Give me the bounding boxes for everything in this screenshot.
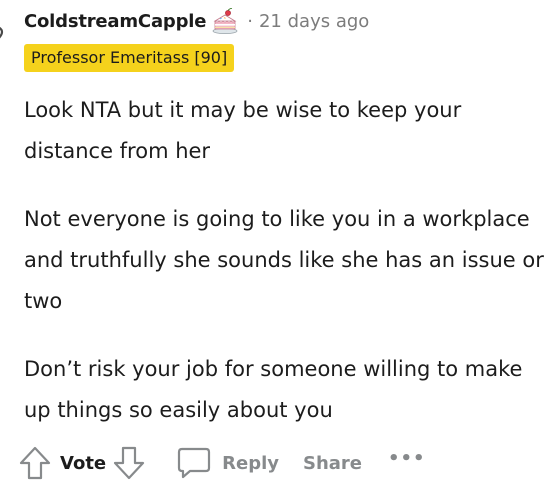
arrow-up-icon[interactable] (18, 445, 52, 481)
comment-action-bar: Vote Reply Share ••• (18, 440, 426, 486)
user-flair-badge: Professor Emeritass [90] (24, 44, 235, 72)
reply-label: Reply (222, 452, 279, 474)
comment-timestamp[interactable]: 21 days ago (259, 11, 369, 32)
speech-bubble-icon (174, 445, 212, 481)
arrow-down-icon[interactable] (112, 445, 146, 481)
reply-button[interactable]: Reply (174, 445, 279, 481)
comment-paragraph: Not everyone is going to like you in a w… (24, 207, 544, 313)
more-options-icon[interactable]: ••• (388, 448, 426, 469)
comment-paragraph: Look NTA but it may be wise to keep your… (24, 98, 462, 163)
comment-paragraph: Don’t risk your job for someone willing … (24, 357, 523, 422)
comment-header: ColdstreamCapple · 21 days ago (24, 6, 369, 36)
comment-body: Look NTA but it may be wise to keep your… (24, 90, 544, 458)
share-button[interactable]: Share (303, 453, 362, 474)
thread-line-icon (0, 26, 9, 40)
vote-label: Vote (60, 452, 107, 474)
separator-dot: · (247, 10, 253, 32)
cake-icon (211, 7, 239, 35)
author-username[interactable]: ColdstreamCapple (24, 11, 206, 32)
